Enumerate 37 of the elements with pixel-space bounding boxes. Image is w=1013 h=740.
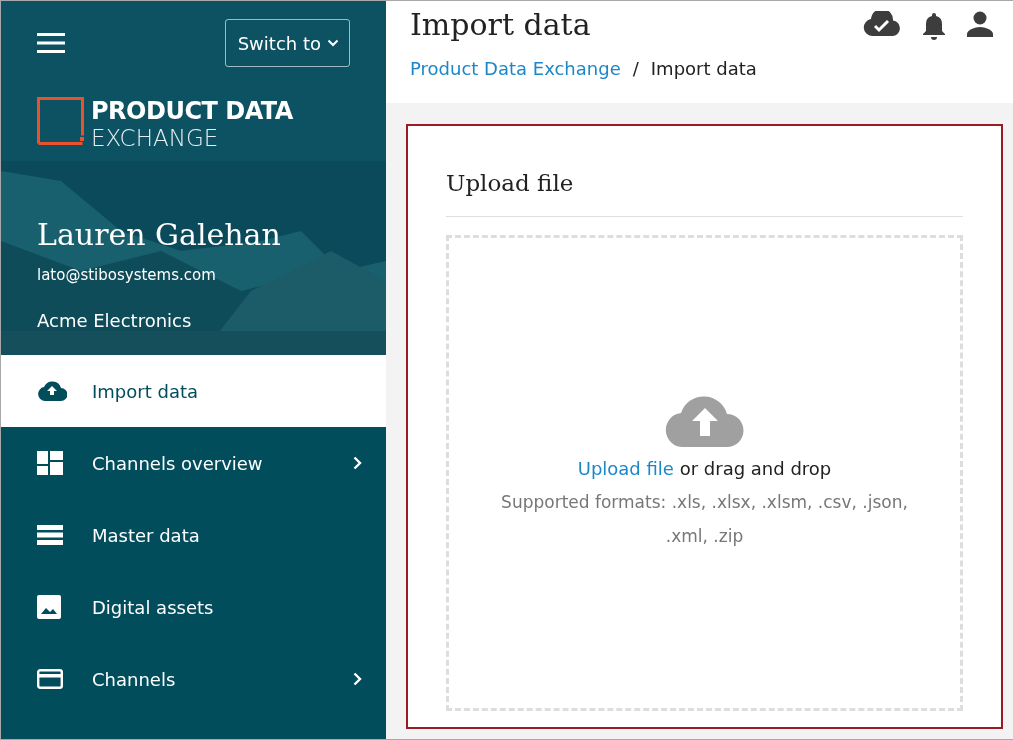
logo-subtitle: EXCHANGE <box>91 125 219 151</box>
image-icon <box>37 595 61 619</box>
sidebar-item-label: Channels <box>92 668 177 690</box>
company-name: Acme Electronics <box>37 310 192 331</box>
cloud-check-icon[interactable] <box>863 11 901 37</box>
dashboard-icon <box>37 451 63 475</box>
upload-prompt: Upload file or drag and drop <box>577 457 832 479</box>
cloud-upload-icon <box>37 380 67 402</box>
sidebar-item[interactable]: Master data <box>1 499 386 571</box>
card-title: Upload file <box>446 170 963 217</box>
sidebar-item-label: Channels overview <box>92 452 264 474</box>
sidebar-item-label: Digital assets <box>92 596 215 618</box>
sidebar-item[interactable]: Channels <box>1 643 386 715</box>
upload-file-link[interactable]: Upload file <box>577 457 674 479</box>
drop-zone[interactable]: Upload file or drag and drop Supported formats: .xls, .xlsx, .xlsm, .csv, .json, .xml, .zip <box>446 235 963 711</box>
page-title: Import data <box>410 7 591 42</box>
notification-icon[interactable] <box>921 11 947 41</box>
menu-button[interactable] <box>37 33 65 53</box>
logo-icon <box>37 97 85 145</box>
user-email: lato@stibosystems.com <box>37 266 216 284</box>
card-icon <box>37 669 63 689</box>
sidebar-item-label: Master data <box>92 524 201 546</box>
user-name: Lauren Galehan <box>37 217 281 252</box>
breadcrumb-current: Import data <box>650 58 757 79</box>
chevron-down-icon <box>327 39 339 47</box>
sidebar-item[interactable]: Digital assets <box>1 571 386 643</box>
sidebar-item[interactable]: Import data <box>1 355 386 427</box>
cloud-upload-icon <box>664 393 745 448</box>
user-icon[interactable] <box>967 11 993 37</box>
breadcrumb-link[interactable]: Product Data Exchange <box>410 58 621 79</box>
breadcrumb-separator: / <box>632 58 639 79</box>
switch-to-button[interactable]: Switch to <box>224 19 350 67</box>
sidebar-item[interactable]: Channels overview <box>1 427 386 499</box>
supported-formats: Supported formats: .xls, .xlsx, .xlsm, .csv, .json, .xml, .zip <box>500 490 909 548</box>
logo-title: PRODUCT DATA <box>91 97 293 125</box>
sidebar-item-label: Import data <box>92 380 199 402</box>
list-icon <box>37 525 63 545</box>
